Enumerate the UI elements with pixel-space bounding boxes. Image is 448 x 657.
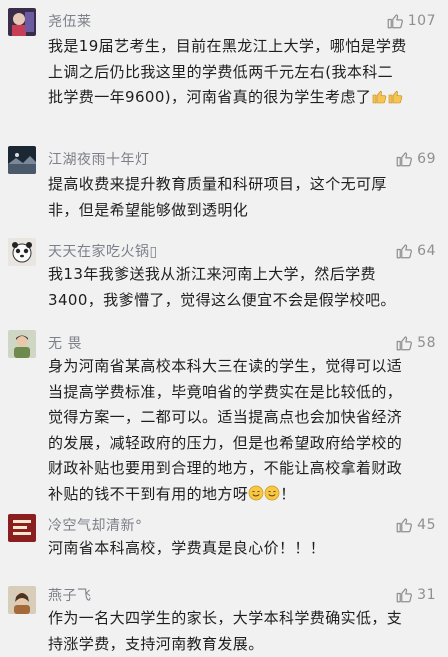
- comment-line: 提高收费来提升教育质量和科研项目，这个无可厚: [48, 175, 387, 193]
- thumbs-up-emoji-icon: [371, 88, 387, 104]
- comment-line: 身为河南省某高校本科大三在读的学生，觉得可以适: [48, 357, 403, 375]
- thumbs-up-emoji-icon: [387, 88, 403, 104]
- comment-item: 燕子飞 31 作为一名大四学生的家长，大学本科学费确实低，支 持涨学费，支持河南…: [0, 582, 448, 656]
- comment-line: 上调之后仍比我这里的学费低两千元左右(我本科二: [48, 62, 394, 81]
- comment-line: 我是19届艺考生，目前在黑龙江上大学，哪怕是学费: [48, 37, 407, 55]
- comment-line-text: 批学费一年9600)，河南省真的很为学生考虑了: [48, 88, 372, 107]
- like-count: 58: [417, 335, 436, 351]
- like-button[interactable]: 31: [395, 583, 436, 607]
- comment-line-text: 补贴的钱不干到有用的地方呀: [48, 484, 249, 503]
- comment-line: 3400，我爹懵了，觉得这么便宜不会是假学校吧。: [48, 290, 396, 309]
- comment-item: 江湖夜雨十年灯 69 提高收费来提升教育质量和科研项目，这个无可厚 非，但是希望…: [0, 146, 448, 226]
- like-button[interactable]: 58: [395, 331, 436, 355]
- comment-line: 当提高学费标准，毕竟咱省的学费实在是比较低的，: [48, 382, 403, 401]
- comment-author[interactable]: 江湖夜雨十年灯: [48, 149, 150, 169]
- comment-line: 我13年我爹送我从浙江来河南上大学，然后学费: [48, 265, 376, 283]
- thumbs-up-icon: [396, 152, 413, 167]
- comment-item: 无 畏 58 身为河南省某高校本科大三在读的学生，觉得可以适 当提高学费标准，毕…: [0, 330, 448, 503]
- avatar[interactable]: [8, 8, 36, 36]
- comment-line: 补贴的钱不干到有用的地方呀 ！: [48, 482, 436, 508]
- like-button[interactable]: 69: [395, 147, 436, 171]
- comment-author[interactable]: 天天在家吃火锅▯: [48, 241, 158, 261]
- comment-line: 的发展，减轻政府的压力，但是也希望政府给学校的: [48, 433, 403, 452]
- comment-item: 冷空气却清新° 45 河南省本科高校，学费真是良心价！！！: [0, 512, 448, 572]
- like-button[interactable]: 64: [395, 239, 436, 263]
- comment-author[interactable]: 燕子飞: [48, 585, 92, 605]
- comment-line: 批学费一年9600)，河南省真的很为学生考虑了: [48, 85, 436, 111]
- like-count: 64: [417, 243, 436, 259]
- avatar[interactable]: [8, 514, 36, 542]
- comment-line-text: ！: [280, 484, 296, 503]
- like-button[interactable]: 107: [386, 9, 436, 33]
- thumbs-up-icon: [396, 588, 413, 603]
- comment-author[interactable]: 无 畏: [48, 333, 82, 353]
- comment-item: 天天在家吃火锅▯ 64 我13年我爹送我从浙江来河南上大学，然后学费 3400，…: [0, 238, 448, 318]
- comment-line: 持涨学费，支持河南教育发展。: [48, 634, 264, 653]
- like-button[interactable]: 45: [395, 513, 436, 537]
- thumbs-up-icon: [387, 14, 403, 29]
- comment-line: 作为一名大四学生的家长，大学本科学费确实低，支: [48, 609, 403, 627]
- smile-emoji-icon: [264, 485, 280, 501]
- comment-line: 河南省本科高校，学费真是良心价！！！: [48, 539, 326, 557]
- comment-line: 非，但是希望能够做到透明化: [48, 200, 249, 219]
- like-count: 45: [417, 517, 436, 533]
- like-count: 31: [417, 587, 436, 603]
- comment-item: 尧伍莱 107 我是19届艺考生，目前在黑龙江上大学，哪怕是学费 上调之后仍比我…: [0, 8, 448, 118]
- comment-text: 我13年我爹送我从浙江来河南上大学，然后学费 3400，我爹懵了，觉得这么便宜不…: [48, 262, 436, 313]
- comment-list: 尧伍莱 107 我是19届艺考生，目前在黑龙江上大学，哪怕是学费 上调之后仍比我…: [0, 0, 448, 656]
- avatar[interactable]: [8, 146, 36, 174]
- comment-text: 我是19届艺考生，目前在黑龙江上大学，哪怕是学费 上调之后仍比我这里的学费低两千…: [48, 34, 436, 111]
- avatar[interactable]: [8, 238, 36, 266]
- like-count: 69: [417, 151, 436, 167]
- like-count: 107: [407, 13, 436, 29]
- comment-line: 财政补贴也要用到合理的地方，不能让高校拿着财政: [48, 459, 403, 478]
- comment-author[interactable]: 尧伍莱: [48, 11, 92, 31]
- comment-author[interactable]: 冷空气却清新°: [48, 515, 143, 535]
- comment-line: 觉得方案一，二都可以。适当提高点也会加快省经济: [48, 408, 403, 427]
- avatar[interactable]: [8, 586, 36, 614]
- thumbs-up-icon: [396, 336, 413, 351]
- avatar[interactable]: [8, 330, 36, 358]
- comment-text: 河南省本科高校，学费真是良心价！！！: [48, 536, 436, 562]
- thumbs-up-icon: [396, 244, 413, 259]
- comment-text: 作为一名大四学生的家长，大学本科学费确实低，支 持涨学费，支持河南教育发展。: [48, 606, 436, 657]
- comment-text: 提高收费来提升教育质量和科研项目，这个无可厚 非，但是希望能够做到透明化: [48, 172, 436, 223]
- thumbs-up-icon: [396, 518, 413, 533]
- comment-text: 身为河南省某高校本科大三在读的学生，觉得可以适 当提高学费标准，毕竟咱省的学费实…: [48, 354, 436, 508]
- smile-emoji-icon: [248, 485, 264, 501]
